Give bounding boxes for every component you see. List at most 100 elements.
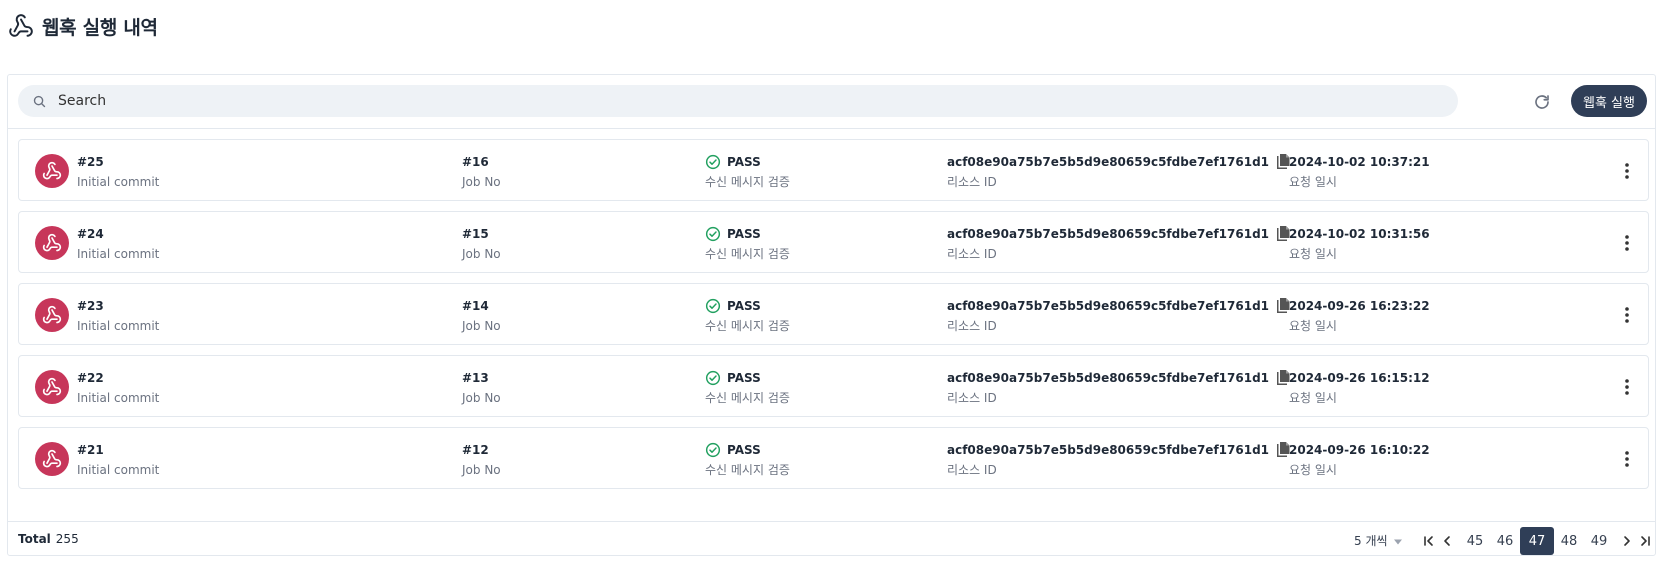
refresh-icon[interactable] (1531, 91, 1553, 113)
status-cell: PASS 수신 메시지 검증 (705, 369, 790, 406)
resource-id: acf08e90a75b7e5b5d9e80659c5fdbe7ef1761d1 (947, 371, 1270, 385)
more-vertical-icon[interactable] (1619, 377, 1635, 397)
status-label: 수신 메시지 검증 (705, 463, 790, 477)
page-number[interactable]: 47 (1520, 527, 1554, 555)
caret-down-icon (1393, 534, 1403, 548)
search-icon (32, 93, 48, 109)
webhook-row[interactable]: #24 Initial commit #15 Job No PASS 수신 메시지 검증 a… (18, 211, 1649, 273)
search-input[interactable] (58, 93, 1438, 109)
status-badge: PASS (727, 155, 761, 169)
date-label: 요청 일시 (1289, 175, 1337, 189)
job-number: #13 (462, 371, 489, 385)
resource-label: 리소스 ID (947, 175, 997, 189)
resource-cell: acf08e90a75b7e5b5d9e80659c5fdbe7ef1761d1… (947, 297, 1291, 334)
resource-label: 리소스 ID (947, 319, 997, 333)
webhook-title-cell: #23 Initial commit (77, 297, 159, 334)
webhook-number: #24 (77, 227, 104, 241)
webhook-number: #22 (77, 371, 104, 385)
more-vertical-icon[interactable] (1619, 161, 1635, 181)
last-page-icon[interactable] (1636, 527, 1654, 555)
run-webhook-button[interactable]: 웹훅 실행 (1571, 85, 1647, 117)
page-number[interactable]: 45 (1460, 527, 1490, 555)
status-cell: PASS 수신 메시지 검증 (705, 297, 790, 334)
total-count: Total 255 (18, 532, 79, 546)
commit-message: Initial commit (77, 247, 160, 261)
job-label: Job No (462, 247, 501, 261)
webhook-icon (8, 13, 34, 39)
status-label: 수신 메시지 검증 (705, 247, 790, 261)
more-vertical-icon[interactable] (1619, 305, 1635, 325)
commit-message: Initial commit (77, 319, 160, 333)
page-number[interactable]: 46 (1490, 527, 1520, 555)
job-cell: #13 Job No (462, 369, 501, 406)
status-badge: PASS (727, 299, 761, 313)
webhook-row[interactable]: #23 Initial commit #14 Job No PASS 수신 메시지 검증 a… (18, 283, 1649, 345)
job-cell: #16 Job No (462, 153, 501, 190)
job-number: #16 (462, 155, 489, 169)
search-box[interactable] (18, 85, 1458, 117)
status-badge: PASS (727, 227, 761, 241)
check-circle-icon (705, 298, 721, 314)
resource-cell: acf08e90a75b7e5b5d9e80659c5fdbe7ef1761d1… (947, 153, 1291, 190)
resource-id: acf08e90a75b7e5b5d9e80659c5fdbe7ef1761d1 (947, 227, 1270, 241)
webhook-title-cell: #24 Initial commit (77, 225, 159, 262)
webhook-title-cell: #21 Initial commit (77, 441, 159, 478)
commit-message: Initial commit (77, 463, 160, 477)
webhook-list: #25 Initial commit #16 Job No PASS 수신 메시지 검증 a… (18, 139, 1649, 499)
webhook-row[interactable]: #22 Initial commit #13 Job No PASS 수신 메시지 검증 a… (18, 355, 1649, 417)
page-number[interactable]: 49 (1584, 527, 1614, 555)
check-circle-icon (705, 226, 721, 242)
job-number: #12 (462, 443, 489, 457)
first-page-icon[interactable] (1420, 527, 1438, 555)
status-cell: PASS 수신 메시지 검증 (705, 441, 790, 478)
status-cell: PASS 수신 메시지 검증 (705, 153, 790, 190)
date-label: 요청 일시 (1289, 319, 1337, 333)
request-date: 2024-10-02 10:37:21 (1289, 155, 1430, 169)
next-page-icon[interactable] (1618, 527, 1636, 555)
page-size-select[interactable]: 5 개씩 (1354, 532, 1403, 549)
webhook-number: #21 (77, 443, 104, 457)
job-label: Job No (462, 463, 501, 477)
resource-label: 리소스 ID (947, 463, 997, 477)
webhook-avatar-icon (35, 370, 69, 404)
webhook-history-panel: 웹훅 실행 #25 Initial commit #16 Job No PASS 수신 메… (7, 74, 1656, 556)
request-date: 2024-09-26 16:10:22 (1289, 443, 1430, 457)
page-size-value: 5 개씩 (1354, 534, 1388, 548)
resource-id: acf08e90a75b7e5b5d9e80659c5fdbe7ef1761d1 (947, 299, 1270, 313)
page-number[interactable]: 48 (1554, 527, 1584, 555)
webhook-title-cell: #22 Initial commit (77, 369, 159, 406)
check-circle-icon (705, 370, 721, 386)
resource-label: 리소스 ID (947, 247, 997, 261)
webhook-row[interactable]: #25 Initial commit #16 Job No PASS 수신 메시지 검증 a… (18, 139, 1649, 201)
job-cell: #15 Job No (462, 225, 501, 262)
resource-id: acf08e90a75b7e5b5d9e80659c5fdbe7ef1761d1 (947, 155, 1270, 169)
date-cell: 2024-10-02 10:31:56 요청 일시 (1289, 225, 1430, 262)
date-label: 요청 일시 (1289, 463, 1337, 477)
webhook-number: #23 (77, 299, 104, 313)
webhook-title-cell: #25 Initial commit (77, 153, 159, 190)
check-circle-icon (705, 154, 721, 170)
pagination: 45 46 47 48 49 (1420, 527, 1654, 555)
job-label: Job No (462, 391, 501, 405)
commit-message: Initial commit (77, 391, 160, 405)
prev-page-icon[interactable] (1438, 527, 1456, 555)
webhook-avatar-icon (35, 298, 69, 332)
job-label: Job No (462, 319, 501, 333)
webhook-row[interactable]: #21 Initial commit #12 Job No PASS 수신 메시지 검증 a… (18, 427, 1649, 489)
job-cell: #14 Job No (462, 297, 501, 334)
status-label: 수신 메시지 검증 (705, 319, 790, 333)
more-vertical-icon[interactable] (1619, 233, 1635, 253)
total-label: Total (18, 532, 51, 546)
date-cell: 2024-10-02 10:37:21 요청 일시 (1289, 153, 1430, 190)
page-header: 웹훅 실행 내역 (8, 12, 158, 40)
more-vertical-icon[interactable] (1619, 449, 1635, 469)
commit-message: Initial commit (77, 175, 160, 189)
status-badge: PASS (727, 443, 761, 457)
job-cell: #12 Job No (462, 441, 501, 478)
request-date: 2024-09-26 16:15:12 (1289, 371, 1430, 385)
list-footer: Total 255 5 개씩 45 46 47 48 49 (8, 521, 1655, 557)
request-date: 2024-09-26 16:23:22 (1289, 299, 1430, 313)
check-circle-icon (705, 442, 721, 458)
webhook-avatar-icon (35, 442, 69, 476)
date-cell: 2024-09-26 16:10:22 요청 일시 (1289, 441, 1430, 478)
